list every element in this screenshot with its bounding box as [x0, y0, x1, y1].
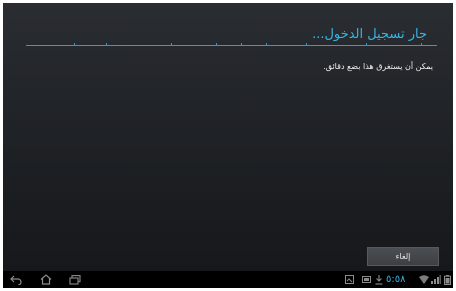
recent-apps-icon[interactable] [68, 273, 82, 286]
image-icon[interactable] [361, 274, 371, 285]
dialog-title: جار تسجيل الدخول... [312, 27, 427, 42]
clock[interactable]: ٥:٥٨ [386, 273, 405, 286]
battery-icon [443, 274, 452, 285]
back-icon[interactable] [9, 273, 23, 286]
download-icon[interactable] [374, 274, 384, 285]
dialog-message: يمكن أن يستغرق هذا بضع دقائق. [323, 62, 433, 71]
wifi-icon [419, 274, 429, 285]
screen: جار تسجيل الدخول... يمكن أن يستغرق هذا ب… [0, 0, 456, 291]
tablet-screen: جار تسجيل الدخول... يمكن أن يستغرق هذا ب… [3, 3, 453, 288]
navigation-bar: ٥:٥٨ [3, 271, 453, 288]
title-divider [26, 43, 437, 46]
screenshot-icon[interactable] [344, 274, 354, 285]
cancel-button[interactable]: إلغاء [367, 247, 439, 266]
home-icon[interactable] [39, 273, 53, 286]
signal-icon [431, 274, 441, 285]
